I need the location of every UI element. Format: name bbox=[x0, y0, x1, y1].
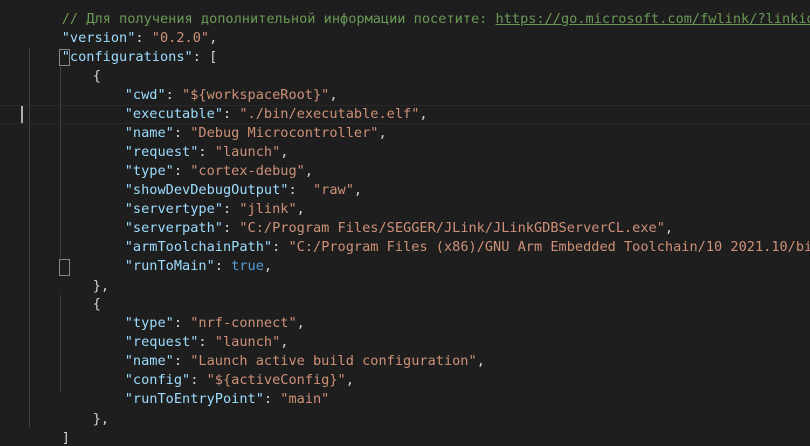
code-line: "serverpath": "C:/Program Files/SEGGER/J… bbox=[124, 220, 674, 236]
code-line: "showDevDebugOutput": "raw", bbox=[124, 182, 363, 198]
code-line: "runToEntryPoint": "main" bbox=[124, 391, 330, 407]
code-line: "runToMain": true, bbox=[124, 258, 273, 274]
close-bracket: ] bbox=[61, 430, 70, 446]
code-line: "type": "cortex-debug", bbox=[124, 163, 313, 179]
code-line: "version": "0.2.0", bbox=[61, 30, 218, 46]
json-boolean: true bbox=[231, 258, 264, 274]
code-line: "name": "Debug Microcontroller", bbox=[124, 125, 387, 141]
code-line: }, bbox=[60, 391, 109, 427]
code-editor[interactable]: // Для получения дополнительной информац… bbox=[0, 0, 810, 446]
code-line: "name": "Launch active build configurati… bbox=[124, 353, 485, 369]
code-line: } bbox=[0, 428, 41, 446]
code-line: "type": "nrf-connect", bbox=[124, 315, 305, 331]
code-line: "request": "launch", bbox=[124, 144, 289, 160]
code-line: "executable": "./bin/executable.elf", bbox=[124, 106, 428, 122]
code-line: }, bbox=[60, 258, 109, 294]
code-line: { bbox=[60, 276, 101, 312]
code-line: "armToolchainPath": "C:/Program Files (x… bbox=[124, 239, 810, 255]
code-line: "config": "${activeConfig}", bbox=[124, 372, 354, 388]
code-line: "cwd": "${workspaceRoot}", bbox=[124, 87, 338, 103]
code-line: // Для получения дополнительной информац… bbox=[29, 0, 810, 27]
code-line: { bbox=[60, 48, 101, 84]
comment-link[interactable]: https://go.microsoft.com/fwlink/?linkid=… bbox=[496, 11, 810, 27]
text-cursor bbox=[21, 106, 23, 123]
code-line: "configurations": [ bbox=[61, 49, 218, 65]
code-line: "request": "launch", bbox=[124, 334, 289, 350]
close-brace: }, bbox=[92, 411, 110, 427]
code-line: "servertype": "jlink", bbox=[124, 201, 305, 217]
code-line: ] bbox=[29, 410, 70, 446]
